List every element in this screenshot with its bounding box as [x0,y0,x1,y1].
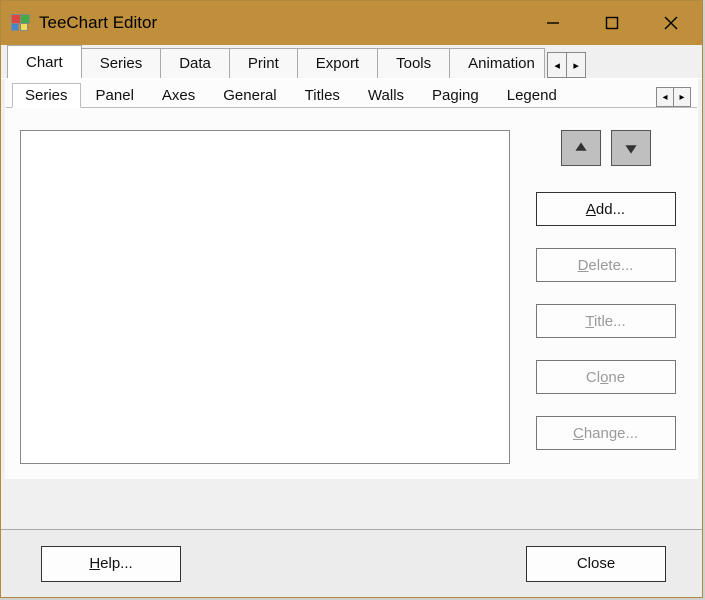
subtab-titles[interactable]: Titles [292,83,353,107]
button-label: Close [577,555,615,572]
maximize-button[interactable] [582,3,641,43]
tab-chart[interactable]: Chart [7,45,82,78]
main-tab-scroll-right[interactable]: ▸ [566,52,586,78]
series-listbox[interactable] [20,130,510,464]
close-button[interactable]: Close [526,546,666,582]
main-tab-scroll-left[interactable]: ◂ [547,52,567,78]
button-label: Add... [586,201,625,218]
subtab-series[interactable]: Series [12,83,81,108]
button-label: Clone [586,369,625,386]
window-frame: TeeChart Editor Chart Series Data Print … [0,0,703,598]
tab-animations[interactable]: Animation [449,48,545,78]
arrow-down-icon [624,141,638,155]
subtab-walls[interactable]: Walls [355,83,417,107]
subtab-paging[interactable]: Paging [419,83,492,107]
app-icon [11,14,29,32]
add-series-button[interactable]: Add... [536,192,676,226]
tab-export[interactable]: Export [297,48,378,78]
close-window-button[interactable] [641,3,700,43]
tab-series[interactable]: Series [81,48,162,78]
change-series-button: Change... [536,416,676,450]
clone-series-button: Clone [536,360,676,394]
subtab-scroll-right[interactable]: ▸ [673,87,691,107]
main-tabstrip: Chart Series Data Print Export Tools Ani… [1,45,702,79]
subtab-axes[interactable]: Axes [149,83,208,107]
subtab-general[interactable]: General [210,83,289,107]
subtab-scroll: ◂ ▸ [657,87,691,107]
maximize-icon [605,16,619,30]
move-down-button[interactable] [611,130,651,166]
minimize-icon [546,16,560,30]
main-tab-scroll: ◂ ▸ [548,52,586,78]
series-actions-column: Add... Delete... Title... Clone Change..… [510,130,683,464]
subtab-panel[interactable]: Panel [83,83,147,107]
tab-data[interactable]: Data [160,48,230,78]
tab-tools[interactable]: Tools [377,48,450,78]
button-label: Help... [89,555,132,572]
button-label: Change... [573,425,638,442]
tab-print[interactable]: Print [229,48,298,78]
close-icon [664,16,678,30]
help-button[interactable]: Help... [41,546,181,582]
subtab-legend[interactable]: Legend [494,83,570,107]
delete-series-button: Delete... [536,248,676,282]
titlebar: TeeChart Editor [1,1,702,45]
series-panel: Add... Delete... Title... Clone Change..… [6,108,697,478]
button-label: Delete... [578,257,634,274]
minimize-button[interactable] [523,3,582,43]
move-up-button[interactable] [561,130,601,166]
title-series-button: Title... [536,304,676,338]
button-label: Title... [585,313,625,330]
subtab-scroll-left[interactable]: ◂ [656,87,674,107]
arrow-up-icon [574,141,588,155]
series-reorder-controls [561,130,651,166]
chart-sub-tabstrip: Series Panel Axes General Titles Walls P… [6,80,697,108]
window-title: TeeChart Editor [39,13,523,33]
chart-tab-panel: Series Panel Axes General Titles Walls P… [5,79,698,479]
dialog-footer: Help... Close [1,529,702,597]
